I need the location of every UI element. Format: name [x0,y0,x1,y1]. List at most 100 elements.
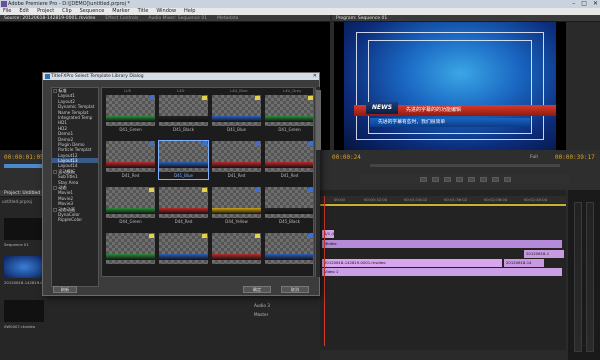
thumbnail-lower-third [212,254,261,260]
program-panel-tabs: Program: Sequence 01 [332,15,600,22]
thumbnail-label: D41_Red [227,173,246,178]
vu-meter-right [586,202,594,352]
thumbnail-preview [265,141,313,172]
program-scrub-bar[interactable] [370,164,560,167]
step-forward-button[interactable] [467,176,475,182]
template-thumbnail-grid[interactable]: LUS L4D L4U_Blue L4U_Grey D41_Green D41_Black… [101,87,314,277]
ruler-label: 00:02:40:04 [524,197,548,202]
source-timecode[interactable]: 00:00:01:05 [4,154,44,161]
timeline-ruler[interactable]: 00:00 00:00:32:00 00:01:04:02 00:01:36:0… [320,196,566,203]
tab-metadata[interactable]: Metadata [217,15,238,21]
tab-audio-mixer[interactable]: Audio Mixer: Sequence 01 [148,15,207,21]
thumbnail-lower-third [106,208,155,214]
source-panel-tabs: Source: 20120618-142819-0001.rkvideo Eff… [0,15,330,22]
mark-out-button[interactable] [431,176,439,182]
grid-scrollbar[interactable] [315,87,321,277]
menu-help[interactable]: Help [184,8,195,15]
tab-program[interactable]: Program: Sequence 01 [336,15,387,21]
template-thumbnail[interactable] [159,233,208,271]
thumbnail-preview [106,141,155,172]
menu-marker[interactable]: Marker [112,8,129,15]
track-label: Audio 3 [254,303,270,308]
ruler-label: 00:00:32:00 [364,197,388,202]
maximize-button[interactable]: □ [581,0,587,8]
timeline-clip[interactable]: 20120618-1 [524,250,564,258]
thumbnail-preview [265,233,313,264]
timeline-playhead[interactable] [324,196,325,346]
template-thumbnail[interactable]: D41_Red [106,141,155,179]
ok-button[interactable]: 确定 [243,286,271,293]
program-fit-select[interactable]: Full [530,155,538,160]
template-thumbnail[interactable]: D41_Green [106,95,155,133]
tab-source[interactable]: Source: 20120618-142819-0001.rkvideo [4,15,95,21]
step-back-button[interactable] [443,176,451,182]
template-thumbnail[interactable]: D41_Red [212,141,261,179]
dialog-close-icon[interactable]: ✕ [313,73,317,80]
minimize-button[interactable]: – [572,0,575,8]
template-thumbnail[interactable]: D44_Green [106,187,155,225]
project-thumb-sequence[interactable] [4,218,44,240]
timeline-clip[interactable]: 20120618-14 [504,259,544,267]
scrollbar-thumb[interactable] [316,90,321,150]
template-thumbnail[interactable]: D41_Black [159,95,208,133]
tree-item[interactable]: Dynamic Templat [52,104,98,109]
thumbnail-preview [212,233,261,264]
project-thumb-video[interactable] [4,256,44,278]
program-frame-image [344,22,556,150]
timeline-clip[interactable]: Middle [322,240,562,248]
thumbnail-lower-third [212,162,261,168]
template-thumbnail[interactable]: D45_Black [265,187,313,225]
template-thumbnail[interactable] [212,233,261,271]
template-thumbnail[interactable]: D41_Green [265,95,313,133]
lift-button[interactable] [479,176,487,182]
extract-button[interactable] [491,176,499,182]
template-thumbnail[interactable]: D41_Red [265,141,313,179]
thumbnail-preview [106,233,155,264]
menu-title[interactable]: Title [138,8,149,15]
mark-in-button[interactable] [419,176,427,182]
template-thumbnail[interactable] [265,233,313,271]
menu-window[interactable]: Window [156,8,176,15]
thumbnail-lower-third [159,162,208,168]
template-thumbnail[interactable]: D44_Yellow [212,187,261,225]
template-library-dialog: TitleFXPro Select Template Library Dialo… [42,72,321,296]
export-frame-button[interactable] [503,176,511,182]
track-header-audio3[interactable]: Audio 3 [230,302,320,310]
thumbnail-label: D41_Red [280,173,299,178]
template-category-tree[interactable]: □ 标准 Layout1 Layout2 Dynamic Templat Name Te… [51,87,99,287]
timeline-clip[interactable]: 20120618-142819-0001.rkvideo [322,259,502,267]
cancel-button[interactable]: 取消 [281,286,309,293]
thumbnail-label: D41_Green [119,127,142,132]
template-thumbnail[interactable]: D41_Blue [158,140,209,180]
timeline-clip[interactable]: Video 1 [322,268,562,276]
work-area-bar[interactable] [320,204,566,206]
template-thumbnail[interactable]: D41_Blue [212,95,261,133]
refresh-button[interactable]: 刷新 [53,286,77,293]
project-thumb-black[interactable] [4,300,44,322]
tree-item[interactable]: RippleColor [52,217,98,222]
transport-controls [360,174,570,184]
program-timecode[interactable]: 00:00:24 [332,154,361,161]
thumbnail-preview [159,187,208,218]
project-item-name: Sequence 01 [4,242,29,247]
menu-file[interactable]: File [3,8,11,15]
play-button[interactable] [455,176,463,182]
tab-effect-controls[interactable]: Effect Controls [105,15,138,21]
template-thumbnail[interactable]: D44_Red [159,187,208,225]
dialog-title-bar[interactable]: TitleFXPro Select Template Library Dialo… [43,73,319,80]
menu-sequence[interactable]: Sequence [80,8,105,15]
news-tag: NEWS [366,102,398,114]
template-thumbnail[interactable] [106,233,155,271]
menu-project[interactable]: Project [37,8,54,15]
ruler-label: 00:01:04:02 [404,197,428,202]
menu-clip[interactable]: Clip [62,8,71,15]
tree-item[interactable]: Particle Templat [52,147,98,152]
column-header: L4U_Blue [230,88,248,93]
close-button[interactable]: ✕ [593,0,598,8]
source-zoom-bar[interactable] [4,164,44,168]
thumbnail-label: D41_Blue [173,173,194,178]
menu-edit[interactable]: Edit [19,8,29,15]
tab-project[interactable]: Project: Untitled [4,190,40,196]
program-monitor[interactable]: NEWS 先进的字幕的的功能编辑 先进的字幕有些时，我们很简单 [334,22,566,150]
track-header-master[interactable]: Master [230,311,320,319]
